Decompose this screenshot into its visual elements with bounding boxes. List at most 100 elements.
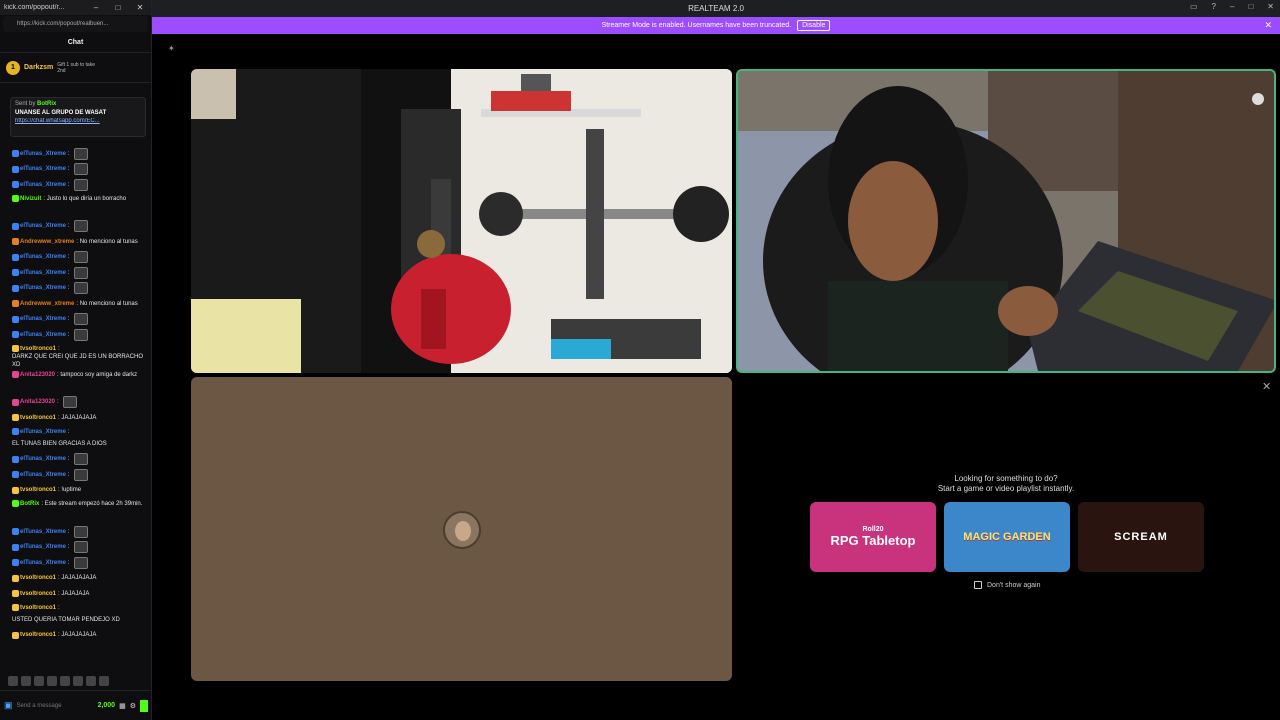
emote-slot[interactable]: [60, 676, 70, 686]
chat-username[interactable]: elTunas_Xtreme: [20, 331, 66, 339]
chat-username[interactable]: Andrewww_xtreme: [20, 300, 74, 308]
help-icon[interactable]: ?: [1212, 2, 1216, 11]
chat-message[interactable]: elTunas_Xtreme:: [0, 250, 151, 266]
emote-slot[interactable]: [47, 676, 57, 686]
emote-slot[interactable]: [34, 676, 44, 686]
gift-icon[interactable]: ▦: [119, 702, 126, 710]
chat-username[interactable]: Anita123020: [20, 398, 55, 406]
chat-message[interactable]: Anita123020: tampoco soy amiga de darkz: [0, 369, 151, 395]
chat-message[interactable]: elTunas_Xtreme:: [0, 219, 151, 235]
close-icon[interactable]: ✕: [129, 3, 151, 12]
chat-message[interactable]: Nivizuit: Justo lo que diría un borracho: [0, 193, 151, 219]
url-bar[interactable]: https://kick.com/popout/realbuen...: [3, 16, 148, 32]
chat-username[interactable]: elTunas_Xtreme: [20, 253, 66, 261]
emote-slot[interactable]: [21, 676, 31, 686]
chat-username[interactable]: tvsoltronco1: [20, 486, 56, 494]
chat-message[interactable]: elTunas_Xtreme:: [0, 524, 151, 540]
close-icon[interactable]: ✕: [1262, 380, 1271, 393]
gift-banner[interactable]: 1 Darkzsm Gift 1 sub to take 2nd: [0, 53, 151, 83]
chat-username[interactable]: tvsoltronco1: [20, 345, 56, 353]
chat-username[interactable]: elTunas_Xtreme: [20, 165, 66, 173]
chat-message[interactable]: tvsoltronco1: JAJAJAJAJA: [0, 571, 151, 587]
activity-card-scream[interactable]: SCREAM: [1078, 502, 1204, 572]
settings-icon[interactable]: ⚙: [130, 702, 136, 710]
chat-message[interactable]: BotRix: Este stream empezó hace 2h 39min…: [0, 498, 151, 524]
maximize-icon[interactable]: □: [1248, 2, 1253, 11]
chat-username[interactable]: elTunas_Xtreme: [20, 222, 66, 230]
chat-message[interactable]: elTunas_Xtreme:: [0, 265, 151, 281]
chat-message[interactable]: elTunas_Xtreme:: [0, 177, 151, 193]
chat-message[interactable]: tvsoltronco1: JAJAJAJA: [0, 586, 151, 602]
chat-message[interactable]: Anita123020:: [0, 395, 151, 411]
chat-username[interactable]: elTunas_Xtreme: [20, 284, 66, 292]
dont-show-again[interactable]: Don't show again: [974, 581, 1040, 589]
chat-message[interactable]: tvsoltronco1: JAJAJAJAJA: [0, 410, 151, 426]
disable-button[interactable]: Disable: [797, 20, 831, 31]
chat-username[interactable]: elTunas_Xtreme: [20, 471, 66, 479]
chat-message[interactable]: elTunas_Xtreme:: [0, 555, 151, 571]
emote-slot[interactable]: [86, 676, 96, 686]
chat-username[interactable]: elTunas_Xtreme: [20, 543, 66, 551]
promo-line-2: Start a game or video playlist instantly…: [937, 484, 1075, 493]
chat-message[interactable]: tvsoltronco1: JAJAJAJAJA: [0, 628, 151, 644]
chat-message[interactable]: elTunas_Xtreme:: [0, 452, 151, 468]
minimize-icon[interactable]: –: [1230, 2, 1234, 11]
points-counter[interactable]: 2,000: [98, 702, 116, 709]
pinned-message[interactable]: Sent by BotRix UNANSE AL GRUPO DE WASAT …: [10, 97, 146, 137]
chat-message[interactable]: elTunas_Xtreme:: [0, 312, 151, 328]
gift-user: Darkzsm: [24, 64, 54, 71]
card-title: MAGIC GARDEN: [963, 531, 1051, 543]
video-tile-room[interactable]: [191, 69, 732, 373]
chat-username[interactable]: elTunas_Xtreme: [20, 428, 66, 436]
separator: :: [67, 166, 72, 173]
chat-username[interactable]: Anita123020: [20, 371, 55, 379]
user-badge-icon: [12, 253, 19, 261]
chat-username[interactable]: Nivizuit: [20, 195, 41, 203]
emote-slot[interactable]: [73, 676, 83, 686]
chat-username[interactable]: elTunas_Xtreme: [20, 181, 66, 189]
chat-message[interactable]: Andrewww_xtreme: No menciono al tunas: [0, 234, 151, 250]
chat-message[interactable]: elTunas_Xtreme:: [0, 281, 151, 297]
emoji-icon[interactable]: ▣: [4, 700, 13, 711]
chat-username[interactable]: elTunas_Xtreme: [20, 150, 66, 158]
chat-username[interactable]: tvsoltronco1: [20, 574, 56, 582]
activity-card-magic-garden[interactable]: MAGIC GARDEN: [944, 502, 1070, 572]
chat-input[interactable]: Send a message: [17, 703, 94, 709]
checkbox[interactable]: [974, 581, 982, 589]
chat-username[interactable]: elTunas_Xtreme: [20, 455, 66, 463]
chat-message[interactable]: Andrewww_xtreme: No menciono al tunas: [0, 296, 151, 312]
minimize-icon[interactable]: –: [85, 3, 107, 12]
chat-username[interactable]: elTunas_Xtreme: [20, 559, 66, 567]
chat-message[interactable]: elTunas_Xtreme: EL TUNAS BIEN GRACIAS A …: [0, 426, 151, 452]
chat-message[interactable]: elTunas_Xtreme:: [0, 162, 151, 178]
chat-username[interactable]: BotRix: [20, 500, 39, 508]
user-tile[interactable]: [191, 377, 732, 681]
chat-username[interactable]: Andrewww_xtreme: [20, 238, 74, 246]
send-button[interactable]: [140, 699, 148, 712]
chat-message[interactable]: elTunas_Xtreme:: [0, 327, 151, 343]
sparkle-icon[interactable]: ✦: [168, 44, 175, 53]
chat-message[interactable]: elTunas_Xtreme:: [0, 467, 151, 483]
chat-username[interactable]: tvsoltronco1: [20, 604, 56, 612]
emote-slot[interactable]: [8, 676, 18, 686]
chat-username[interactable]: tvsoltronco1: [20, 414, 56, 422]
close-icon[interactable]: ✕: [1267, 2, 1274, 11]
video-tile-person[interactable]: [736, 69, 1276, 373]
chat-message[interactable]: tvsoltronco1: !uptime: [0, 483, 151, 499]
inbox-icon[interactable]: ▭: [1190, 2, 1198, 11]
maximize-icon[interactable]: □: [107, 3, 129, 12]
chat-username[interactable]: tvsoltronco1: [20, 631, 56, 639]
emote-slot[interactable]: [99, 676, 109, 686]
chat-username[interactable]: elTunas_Xtreme: [20, 528, 66, 536]
user-badge-icon: [12, 471, 19, 479]
chat-username[interactable]: elTunas_Xtreme: [20, 269, 66, 277]
chat-username[interactable]: elTunas_Xtreme: [20, 315, 66, 323]
close-icon[interactable]: ✕: [1264, 20, 1272, 31]
chat-username[interactable]: tvsoltronco1: [20, 590, 56, 598]
chat-message[interactable]: elTunas_Xtreme:: [0, 146, 151, 162]
chat-message[interactable]: tvsoltronco1: USTED QUERIA TOMAR PENDEJO…: [0, 602, 151, 628]
chat-message[interactable]: tvsoltronco1: DARKZ QUE CREI QUE JD ES U…: [0, 343, 151, 369]
chat-message[interactable]: elTunas_Xtreme:: [0, 540, 151, 556]
pinned-link[interactable]: https://chat.whatsapp.com/EC...: [15, 118, 141, 124]
activity-card-rpg[interactable]: Roll20 RPG Tabletop: [810, 502, 936, 572]
